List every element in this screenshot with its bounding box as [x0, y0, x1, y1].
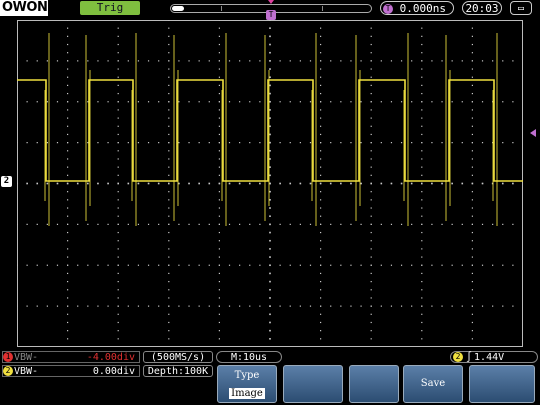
trigger-position-value: 0.000ns — [399, 2, 446, 15]
channel-1-offset: -4.00div — [86, 352, 135, 363]
trigger-time-pointer-icon — [268, 0, 274, 4]
channel-2-coupling: VBW- — [14, 366, 39, 377]
timebase-readout: M:10us — [216, 351, 282, 363]
empty-softkey-2[interactable] — [283, 365, 343, 403]
memory-depth-readout: Depth:100K — [143, 365, 213, 377]
channel-2-trace — [17, 33, 523, 226]
trigger-level-pointer-icon — [530, 129, 536, 137]
channel-1-readout: 1 VBW- -4.00div — [2, 351, 140, 363]
memory-position-indicator — [172, 6, 184, 11]
channel-1-badge: 1 — [3, 352, 13, 362]
empty-softkey-3[interactable] — [349, 365, 399, 403]
clock-display: 20:03 — [462, 1, 502, 15]
channel-2-badge: 2 — [3, 366, 13, 376]
empty-softkey-5[interactable] — [469, 365, 535, 403]
channel-1-coupling: VBW- — [14, 352, 39, 363]
brand-logo: OWON — [0, 0, 48, 16]
waveform-display — [17, 20, 523, 347]
square-wave-trace — [17, 79, 523, 182]
channel-2-offset: 0.00div — [92, 366, 135, 377]
trigger-position-badge: T — [383, 4, 393, 14]
channel-2-ground-marker: 2 — [1, 176, 12, 187]
type-softkey-label: Type — [234, 370, 260, 381]
type-softkey[interactable]: Type Image — [217, 365, 277, 403]
trigger-status-badge: Trig — [80, 1, 140, 15]
sample-rate-readout: (500MS/s) — [143, 351, 213, 363]
save-softkey[interactable]: Save — [403, 365, 463, 403]
trigger-time-marker: T — [266, 10, 276, 20]
rising-edge-icon: ∫ — [466, 352, 473, 363]
channel-2-readout: 2 VBW- 0.00div — [2, 365, 140, 377]
graticule-grid — [17, 20, 523, 347]
trigger-position-readout: T 0.000ns — [380, 1, 454, 15]
save-softkey-label: Save — [420, 378, 446, 389]
trigger-level-readout: 2 ∫ 1.44V — [450, 351, 538, 363]
type-softkey-value: Image — [229, 388, 265, 399]
usb-icon: ▭ — [510, 1, 532, 15]
trigger-source-badge: 2 — [453, 352, 463, 362]
trigger-level-value: 1.44V — [474, 352, 505, 363]
